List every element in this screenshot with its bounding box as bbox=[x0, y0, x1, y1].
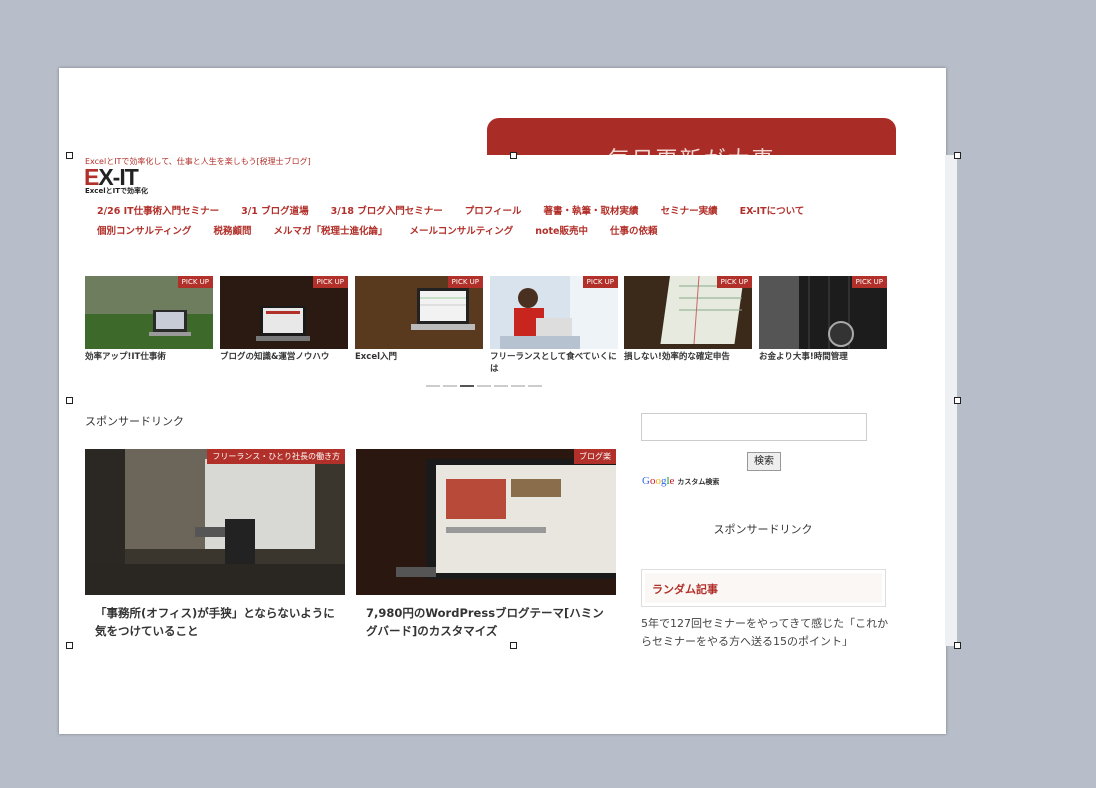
search-input[interactable] bbox=[641, 413, 867, 441]
google-e: e bbox=[669, 475, 675, 487]
article-title[interactable]: 「事務所(オフィス)が手狭」とならないように気をつけていること bbox=[85, 595, 345, 641]
sponsored-link-label-right: スポンサードリンク bbox=[713, 523, 813, 536]
pickup-caption: フリーランスとして食べていくには bbox=[490, 352, 617, 374]
pickup-item[interactable]: PICK UP お金より大事!時間管理 bbox=[759, 276, 887, 364]
pickup-tag: PICK UP bbox=[582, 276, 618, 288]
resize-handle-top-middle[interactable] bbox=[510, 152, 517, 159]
carousel-dot-active[interactable] bbox=[460, 385, 474, 387]
nav-item[interactable]: 3/1 ブログ道場 bbox=[241, 203, 309, 217]
carousel-dot[interactable] bbox=[511, 385, 525, 387]
nav-row-1: 2/26 IT仕事術入門セミナー 3/1 ブログ道場 3/18 ブログ入門セミナ… bbox=[97, 203, 826, 217]
article-card[interactable]: フリーランス・ひとり社長の働き方 「事務所(オフィス)が手狭」とならないように気… bbox=[85, 449, 345, 646]
pickup-item[interactable]: PICK UP フリーランスとして食べていくには bbox=[490, 276, 618, 376]
carousel-dot[interactable] bbox=[494, 385, 508, 387]
nav-item[interactable]: 税務顧問 bbox=[213, 223, 251, 237]
pickup-tag: PICK UP bbox=[716, 276, 752, 288]
pickup-caption: お金より大事!時間管理 bbox=[759, 352, 848, 362]
resize-handle-bottom-right[interactable] bbox=[954, 642, 961, 649]
nav-item[interactable]: 著書・執筆・取材実績 bbox=[544, 203, 639, 217]
banner-text: 毎日更新が大事 bbox=[487, 142, 896, 156]
carousel-dot[interactable] bbox=[443, 385, 457, 387]
nav-item[interactable]: EX-ITについて bbox=[740, 203, 805, 217]
pickup-caption: ブログの知識&運営ノウハウ bbox=[220, 352, 330, 362]
resize-handle-top-left[interactable] bbox=[66, 152, 73, 159]
embedded-website-screenshot[interactable]: ExcelとITで効率化して、仕事と人生を楽しもう[税理士ブログ] EX-IT … bbox=[69, 155, 957, 646]
custom-search-label: カスタム検索 bbox=[677, 478, 720, 486]
pickup-item[interactable]: PICK UP 効率アップ!IT仕事術 bbox=[85, 276, 213, 364]
random-article-link[interactable]: 5年で127回セミナーをやってきて感じた「これからセミナーをやる方へ送る15のポ… bbox=[641, 615, 891, 646]
resize-handle-bottom-left[interactable] bbox=[66, 642, 73, 649]
pickup-tag: PICK UP bbox=[177, 276, 213, 288]
nav-item[interactable]: プロフィール bbox=[465, 203, 522, 217]
random-article-heading: ランダム記事 bbox=[652, 583, 718, 596]
pickup-caption: 損しない!効率的な確定申告 bbox=[624, 352, 730, 362]
pickup-tag: PICK UP bbox=[851, 276, 887, 288]
nav-item[interactable]: 個別コンサルティング bbox=[97, 223, 191, 237]
office-room-image bbox=[85, 449, 345, 595]
article-thumbnail: フリーランス・ひとり社長の働き方 bbox=[85, 449, 345, 595]
google-g: G bbox=[642, 475, 650, 487]
pickup-item[interactable]: PICK UP 損しない!効率的な確定申告 bbox=[624, 276, 752, 364]
pickup-item[interactable]: PICK UP Excel入門 bbox=[355, 276, 483, 364]
article-title[interactable]: 7,980円のWordPressブログテーマ[ハミングバード]のカスタマイズ bbox=[356, 595, 616, 641]
nav-item[interactable]: セミナー実績 bbox=[661, 203, 718, 217]
wordpress-laptop-image bbox=[356, 449, 616, 595]
pickup-thumbnail: PICK UP bbox=[759, 276, 887, 349]
resize-handle-bottom-middle[interactable] bbox=[510, 642, 517, 649]
nav-item[interactable]: note販売中 bbox=[535, 223, 588, 237]
nav-item[interactable]: 3/18 ブログ入門セミナー bbox=[331, 203, 443, 217]
random-article-heading-box: ランダム記事 bbox=[641, 569, 886, 607]
pickup-thumbnail: PICK UP bbox=[490, 276, 618, 349]
pickup-item[interactable]: PICK UP ブログの知識&運営ノウハウ bbox=[220, 276, 348, 364]
article-category-tag[interactable]: フリーランス・ひとり社長の働き方 bbox=[207, 449, 345, 464]
resize-handle-top-right[interactable] bbox=[954, 152, 961, 159]
logo-subtitle: ExcelとITで効率化 bbox=[85, 187, 148, 195]
pickup-caption: 効率アップ!IT仕事術 bbox=[85, 352, 166, 362]
pickup-thumbnail: PICK UP bbox=[355, 276, 483, 349]
pickup-tag: PICK UP bbox=[447, 276, 483, 288]
pickup-tag: PICK UP bbox=[312, 276, 348, 288]
resize-handle-middle-left[interactable] bbox=[66, 397, 73, 404]
pickup-thumbnail: PICK UP bbox=[85, 276, 213, 349]
pickup-thumbnail: PICK UP bbox=[624, 276, 752, 349]
carousel-dot[interactable] bbox=[477, 385, 491, 387]
nav-item[interactable]: 仕事の依頼 bbox=[610, 223, 658, 237]
google-custom-search-logo: Google カスタム検索 bbox=[642, 475, 719, 487]
carousel-dots bbox=[426, 385, 542, 387]
carousel-dot[interactable] bbox=[426, 385, 440, 387]
article-category-tag[interactable]: ブログ楽 bbox=[574, 449, 616, 464]
article-card[interactable]: ブログ楽 7,980円のWordPressブログテーマ[ハミングバード]のカスタ… bbox=[356, 449, 616, 646]
slide-red-banner: 毎日更新が大事 bbox=[487, 118, 896, 156]
sponsored-link-label: スポンサードリンク bbox=[85, 415, 184, 428]
resize-handle-middle-right[interactable] bbox=[954, 397, 961, 404]
article-thumbnail: ブログ楽 bbox=[356, 449, 616, 595]
search-button[interactable]: 検索 bbox=[747, 452, 781, 471]
nav-item[interactable]: 2/26 IT仕事術入門セミナー bbox=[97, 203, 219, 217]
nav-row-2: 個別コンサルティング 税務顧問 メルマガ「税理士進化論」 メールコンサルティング… bbox=[97, 223, 680, 237]
nav-item[interactable]: メルマガ「税理士進化論」 bbox=[273, 223, 387, 237]
nav-item[interactable]: メールコンサルティング bbox=[409, 223, 513, 237]
pickup-thumbnail: PICK UP bbox=[220, 276, 348, 349]
carousel-dot[interactable] bbox=[528, 385, 542, 387]
pickup-caption: Excel入門 bbox=[355, 352, 398, 362]
